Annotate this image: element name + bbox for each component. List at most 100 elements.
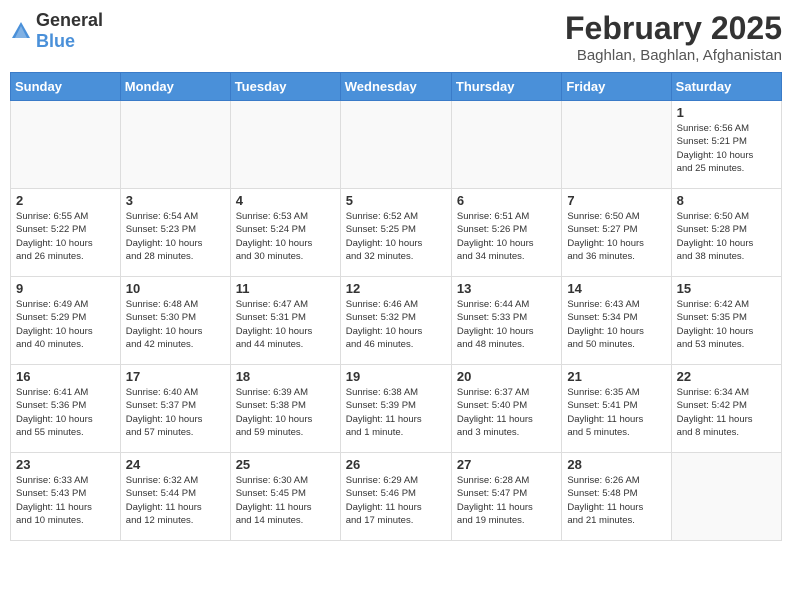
- calendar-day: [562, 101, 671, 189]
- day-number: 18: [236, 369, 335, 384]
- day-number: 22: [677, 369, 776, 384]
- day-number: 15: [677, 281, 776, 296]
- calendar-header-thursday: Thursday: [451, 73, 561, 101]
- calendar-day: 22 Sunrise: 6:34 AM Sunset: 5:42 PM Dayli…: [671, 365, 781, 453]
- calendar-day: 14 Sunrise: 6:43 AM Sunset: 5:34 PM Dayli…: [562, 277, 671, 365]
- calendar-day: 2 Sunrise: 6:55 AM Sunset: 5:22 PM Daylig…: [11, 189, 121, 277]
- day-info: Sunrise: 6:35 AM Sunset: 5:41 PM Dayligh…: [567, 386, 665, 439]
- logo-general-text: General: [36, 10, 103, 30]
- day-number: 25: [236, 457, 335, 472]
- day-info: Sunrise: 6:32 AM Sunset: 5:44 PM Dayligh…: [126, 474, 225, 527]
- day-number: 17: [126, 369, 225, 384]
- day-info: Sunrise: 6:34 AM Sunset: 5:42 PM Dayligh…: [677, 386, 776, 439]
- calendar-day: 13 Sunrise: 6:44 AM Sunset: 5:33 PM Dayli…: [451, 277, 561, 365]
- day-number: 13: [457, 281, 556, 296]
- calendar-day: 23 Sunrise: 6:33 AM Sunset: 5:43 PM Dayli…: [11, 453, 121, 541]
- calendar-week-4: 16 Sunrise: 6:41 AM Sunset: 5:36 PM Dayli…: [11, 365, 782, 453]
- day-info: Sunrise: 6:50 AM Sunset: 5:27 PM Dayligh…: [567, 210, 665, 263]
- calendar-day: 16 Sunrise: 6:41 AM Sunset: 5:36 PM Dayli…: [11, 365, 121, 453]
- day-info: Sunrise: 6:38 AM Sunset: 5:39 PM Dayligh…: [346, 386, 446, 439]
- day-info: Sunrise: 6:33 AM Sunset: 5:43 PM Dayligh…: [16, 474, 115, 527]
- calendar-day: 3Sunrise: 6:54 AM Sunset: 5:23 PM Daylig…: [120, 189, 230, 277]
- main-title: February 2025: [565, 10, 782, 47]
- calendar-day: [120, 101, 230, 189]
- calendar-day: 9 Sunrise: 6:49 AM Sunset: 5:29 PM Daylig…: [11, 277, 121, 365]
- day-number: 26: [346, 457, 446, 472]
- calendar-header-friday: Friday: [562, 73, 671, 101]
- calendar-day: 27Sunrise: 6:28 AM Sunset: 5:47 PM Dayli…: [451, 453, 561, 541]
- day-number: 2: [16, 193, 115, 208]
- day-number: 19: [346, 369, 446, 384]
- calendar-week-3: 9 Sunrise: 6:49 AM Sunset: 5:29 PM Daylig…: [11, 277, 782, 365]
- day-info: Sunrise: 6:43 AM Sunset: 5:34 PM Dayligh…: [567, 298, 665, 351]
- day-number: 6: [457, 193, 556, 208]
- day-number: 8: [677, 193, 776, 208]
- calendar-day: 15 Sunrise: 6:42 AM Sunset: 5:35 PM Dayli…: [671, 277, 781, 365]
- day-number: 11: [236, 281, 335, 296]
- day-number: 9: [16, 281, 115, 296]
- day-number: 4: [236, 193, 335, 208]
- calendar-day: 7 Sunrise: 6:50 AM Sunset: 5:27 PM Daylig…: [562, 189, 671, 277]
- day-number: 24: [126, 457, 225, 472]
- day-info: Sunrise: 6:39 AM Sunset: 5:38 PM Dayligh…: [236, 386, 335, 439]
- day-number: 20: [457, 369, 556, 384]
- day-info: Sunrise: 6:41 AM Sunset: 5:36 PM Dayligh…: [16, 386, 115, 439]
- calendar-day: 12 Sunrise: 6:46 AM Sunset: 5:32 PM Dayli…: [340, 277, 451, 365]
- calendar-day: 24 Sunrise: 6:32 AM Sunset: 5:44 PM Dayli…: [120, 453, 230, 541]
- day-number: 14: [567, 281, 665, 296]
- day-number: 28: [567, 457, 665, 472]
- day-number: 10: [126, 281, 225, 296]
- calendar-day: 20 Sunrise: 6:37 AM Sunset: 5:40 PM Dayli…: [451, 365, 561, 453]
- title-area: February 2025 Baghlan, Baghlan, Afghanis…: [565, 10, 782, 64]
- day-info: Sunrise: 6:49 AM Sunset: 5:29 PM Dayligh…: [16, 298, 115, 351]
- calendar-day: 10 Sunrise: 6:48 AM Sunset: 5:30 PM Dayli…: [120, 277, 230, 365]
- calendar-day: 11 Sunrise: 6:47 AM Sunset: 5:31 PM Dayli…: [230, 277, 340, 365]
- calendar-day: 28Sunrise: 6:26 AM Sunset: 5:48 PM Dayli…: [562, 453, 671, 541]
- calendar-day: 19 Sunrise: 6:38 AM Sunset: 5:39 PM Dayli…: [340, 365, 451, 453]
- calendar-header-wednesday: Wednesday: [340, 73, 451, 101]
- calendar-day: [340, 101, 451, 189]
- day-info: Sunrise: 6:37 AM Sunset: 5:40 PM Dayligh…: [457, 386, 556, 439]
- day-info: Sunrise: 6:46 AM Sunset: 5:32 PM Dayligh…: [346, 298, 446, 351]
- calendar-day: [451, 101, 561, 189]
- day-info: Sunrise: 6:50 AM Sunset: 5:28 PM Dayligh…: [677, 210, 776, 263]
- day-info: Sunrise: 6:53 AM Sunset: 5:24 PM Dayligh…: [236, 210, 335, 263]
- calendar-day: 4 Sunrise: 6:53 AM Sunset: 5:24 PM Daylig…: [230, 189, 340, 277]
- day-info: Sunrise: 6:55 AM Sunset: 5:22 PM Dayligh…: [16, 210, 115, 263]
- day-info: Sunrise: 6:56 AM Sunset: 5:21 PM Dayligh…: [677, 122, 776, 175]
- day-info: Sunrise: 6:47 AM Sunset: 5:31 PM Dayligh…: [236, 298, 335, 351]
- page-header: General Blue February 2025 Baghlan, Bagh…: [10, 10, 782, 64]
- calendar-day: 8 Sunrise: 6:50 AM Sunset: 5:28 PM Daylig…: [671, 189, 781, 277]
- calendar-day: 1Sunrise: 6:56 AM Sunset: 5:21 PM Daylig…: [671, 101, 781, 189]
- logo-blue-text: Blue: [36, 31, 75, 51]
- calendar-day: 21Sunrise: 6:35 AM Sunset: 5:41 PM Dayli…: [562, 365, 671, 453]
- calendar-header-saturday: Saturday: [671, 73, 781, 101]
- calendar-day: 5Sunrise: 6:52 AM Sunset: 5:25 PM Daylig…: [340, 189, 451, 277]
- calendar-week-2: 2 Sunrise: 6:55 AM Sunset: 5:22 PM Daylig…: [11, 189, 782, 277]
- logo: General Blue: [10, 10, 103, 52]
- day-number: 7: [567, 193, 665, 208]
- calendar-day: 26Sunrise: 6:29 AM Sunset: 5:46 PM Dayli…: [340, 453, 451, 541]
- logo-icon: [10, 20, 32, 42]
- calendar-day: 18 Sunrise: 6:39 AM Sunset: 5:38 PM Dayli…: [230, 365, 340, 453]
- day-info: Sunrise: 6:51 AM Sunset: 5:26 PM Dayligh…: [457, 210, 556, 263]
- day-info: Sunrise: 6:44 AM Sunset: 5:33 PM Dayligh…: [457, 298, 556, 351]
- day-info: Sunrise: 6:42 AM Sunset: 5:35 PM Dayligh…: [677, 298, 776, 351]
- day-info: Sunrise: 6:48 AM Sunset: 5:30 PM Dayligh…: [126, 298, 225, 351]
- calendar-week-5: 23 Sunrise: 6:33 AM Sunset: 5:43 PM Dayli…: [11, 453, 782, 541]
- calendar-day: [671, 453, 781, 541]
- day-number: 12: [346, 281, 446, 296]
- day-number: 16: [16, 369, 115, 384]
- calendar-day: [11, 101, 121, 189]
- calendar-header-monday: Monday: [120, 73, 230, 101]
- day-info: Sunrise: 6:28 AM Sunset: 5:47 PM Dayligh…: [457, 474, 556, 527]
- calendar-header-sunday: Sunday: [11, 73, 121, 101]
- calendar-day: 25Sunrise: 6:30 AM Sunset: 5:45 PM Dayli…: [230, 453, 340, 541]
- calendar-day: 17Sunrise: 6:40 AM Sunset: 5:37 PM Dayli…: [120, 365, 230, 453]
- day-number: 23: [16, 457, 115, 472]
- subtitle: Baghlan, Baghlan, Afghanistan: [565, 47, 782, 64]
- calendar-table: SundayMondayTuesdayWednesdayThursdayFrid…: [10, 72, 782, 541]
- calendar-day: [230, 101, 340, 189]
- day-number: 5: [346, 193, 446, 208]
- calendar-header-row: SundayMondayTuesdayWednesdayThursdayFrid…: [11, 73, 782, 101]
